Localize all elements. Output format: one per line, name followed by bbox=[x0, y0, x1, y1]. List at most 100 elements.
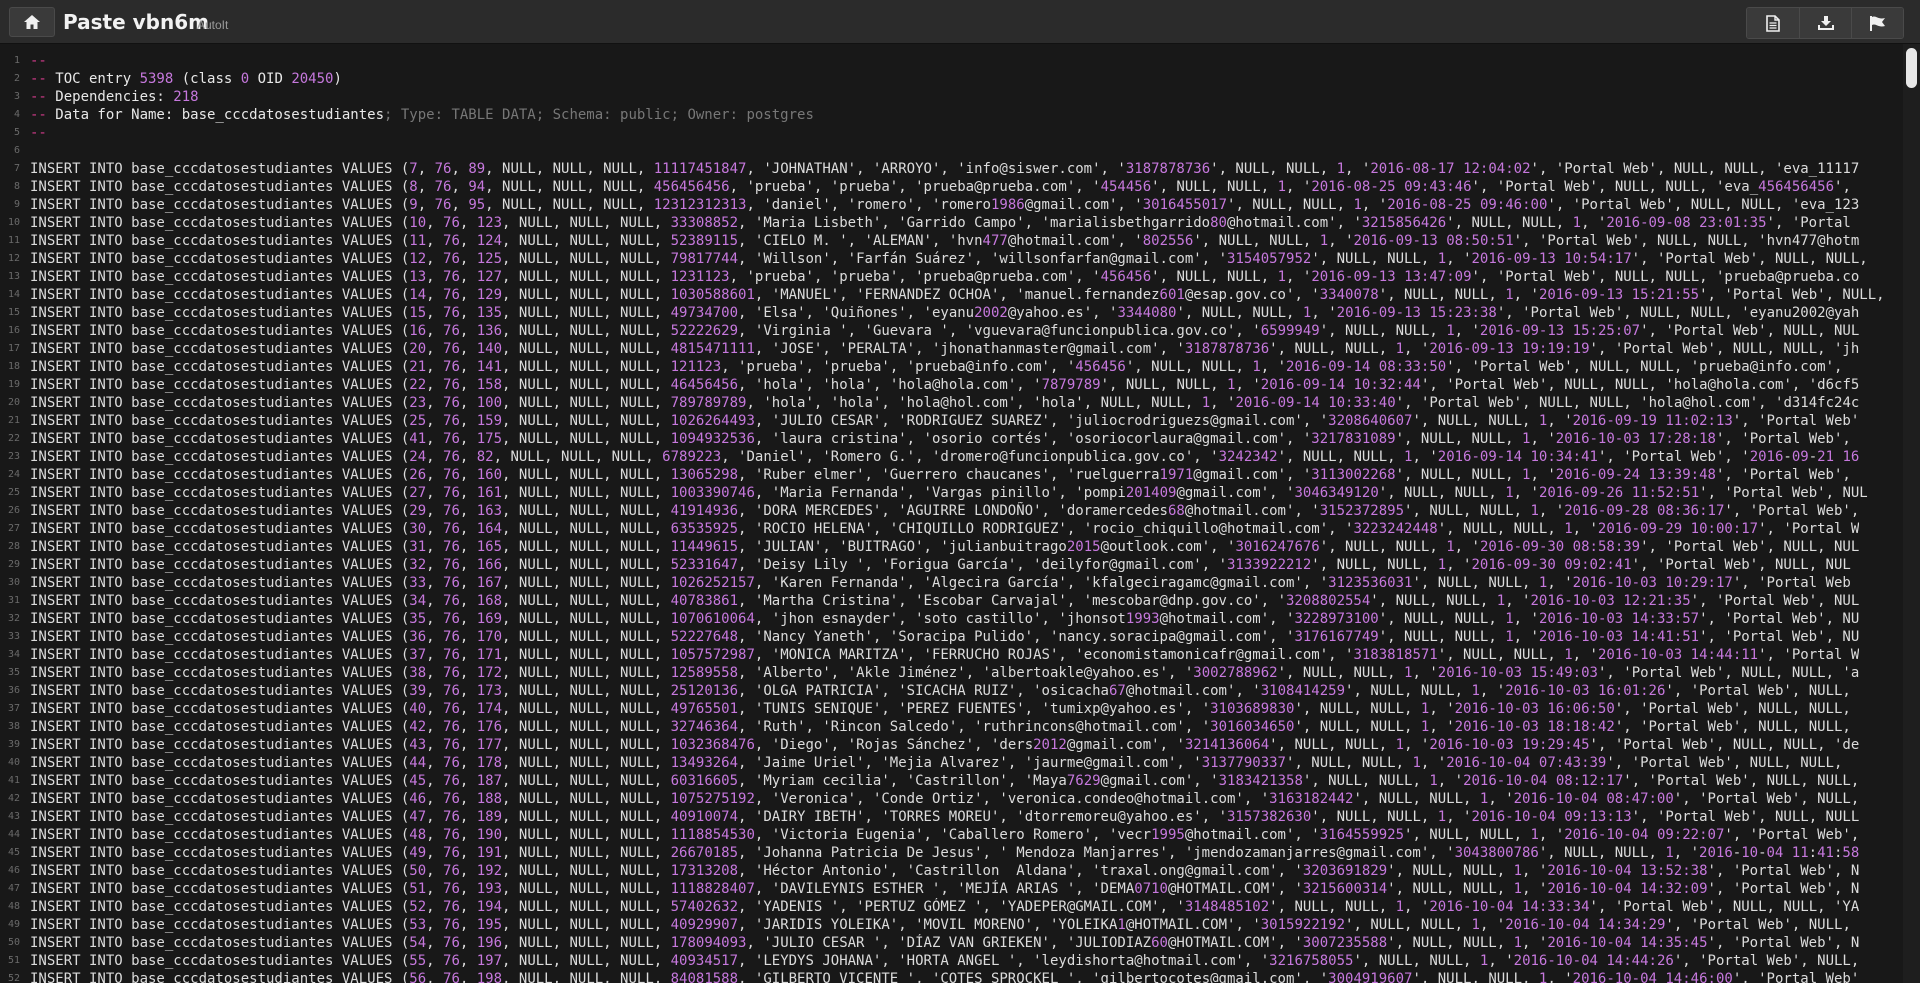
code-line: 19 INSERT INTO base_cccdatosestudiantes V… bbox=[0, 376, 1903, 394]
line-number: 1 bbox=[13, 55, 20, 66]
line-number: 42 bbox=[7, 793, 20, 804]
line-text: INSERT INTO base_cccdatosestudiantes VAL… bbox=[30, 377, 1860, 393]
line-number: 31 bbox=[7, 595, 20, 606]
line-number: 7 bbox=[13, 163, 20, 174]
line-text: INSERT INTO base_cccdatosestudiantes VAL… bbox=[30, 323, 1860, 339]
line-text: INSERT INTO base_cccdatosestudiantes VAL… bbox=[30, 179, 1851, 195]
line-text: INSERT INTO base_cccdatosestudiantes VAL… bbox=[30, 395, 1860, 411]
code-line: 26 INSERT INTO base_cccdatosestudiantes V… bbox=[0, 502, 1903, 520]
line-number: 18 bbox=[7, 361, 20, 372]
line-number: 47 bbox=[7, 883, 20, 894]
line-text: INSERT INTO base_cccdatosestudiantes VAL… bbox=[30, 215, 1851, 231]
raw-button[interactable] bbox=[1747, 8, 1799, 38]
line-text: INSERT INTO base_cccdatosestudiantes VAL… bbox=[30, 611, 1860, 627]
line-text: INSERT INTO base_cccdatosestudiantes VAL… bbox=[30, 665, 1860, 681]
code-line: 25 INSERT INTO base_cccdatosestudiantes V… bbox=[0, 484, 1903, 502]
line-number: 21 bbox=[7, 415, 20, 426]
line-text: -- bbox=[30, 53, 47, 69]
code-line: 2 -- TOC entry 5398 (class 0 OID 20450) bbox=[0, 70, 1903, 88]
line-number: 43 bbox=[7, 811, 20, 822]
code-line: 3 -- Dependencies: 218 bbox=[0, 88, 1903, 106]
scrollbar-thumb[interactable] bbox=[1906, 48, 1917, 88]
code-line: 33 INSERT INTO base_cccdatosestudiantes V… bbox=[0, 628, 1903, 646]
home-button[interactable] bbox=[9, 7, 55, 37]
line-text: INSERT INTO base_cccdatosestudiantes VAL… bbox=[30, 287, 1885, 303]
code-line: 43 INSERT INTO base_cccdatosestudiantes V… bbox=[0, 808, 1903, 826]
code-line: 38 INSERT INTO base_cccdatosestudiantes V… bbox=[0, 718, 1903, 736]
line-text: INSERT INTO base_cccdatosestudiantes VAL… bbox=[30, 197, 1860, 213]
code-line: 7 INSERT INTO base_cccdatosestudiantes VA… bbox=[0, 160, 1903, 178]
code-line: 35 INSERT INTO base_cccdatosestudiantes V… bbox=[0, 664, 1903, 682]
line-text: -- TOC entry 5398 (class 0 OID 20450) bbox=[30, 71, 342, 87]
line-number: 20 bbox=[7, 397, 20, 408]
line-number: 22 bbox=[7, 433, 20, 444]
line-text: INSERT INTO base_cccdatosestudiantes VAL… bbox=[30, 917, 1851, 933]
code-line: 36 INSERT INTO base_cccdatosestudiantes V… bbox=[0, 682, 1903, 700]
syntax-label: AutoIt bbox=[197, 18, 229, 32]
code-line: 37 INSERT INTO base_cccdatosestudiantes V… bbox=[0, 700, 1903, 718]
line-text: INSERT INTO base_cccdatosestudiantes VAL… bbox=[30, 431, 1851, 447]
line-text: INSERT INTO base_cccdatosestudiantes VAL… bbox=[30, 503, 1860, 519]
download-button[interactable] bbox=[1799, 8, 1851, 38]
line-number: 51 bbox=[7, 955, 20, 966]
line-text: INSERT INTO base_cccdatosestudiantes VAL… bbox=[30, 899, 1860, 915]
code-line: 39 INSERT INTO base_cccdatosestudiantes V… bbox=[0, 736, 1903, 754]
line-text: INSERT INTO base_cccdatosestudiantes VAL… bbox=[30, 845, 1860, 861]
line-number: 34 bbox=[7, 649, 20, 660]
code-line: 42 INSERT INTO base_cccdatosestudiantes V… bbox=[0, 790, 1903, 808]
line-text: -- bbox=[30, 125, 47, 141]
line-text: INSERT INTO base_cccdatosestudiantes VAL… bbox=[30, 863, 1860, 879]
line-number: 12 bbox=[7, 253, 20, 264]
line-text: INSERT INTO base_cccdatosestudiantes VAL… bbox=[30, 935, 1860, 951]
line-number: 5 bbox=[13, 127, 20, 138]
line-number: 23 bbox=[7, 451, 20, 462]
line-number: 17 bbox=[7, 343, 20, 354]
line-number: 29 bbox=[7, 559, 20, 570]
line-text: INSERT INTO base_cccdatosestudiantes VAL… bbox=[30, 755, 1843, 771]
paste-title: Paste vbn6m bbox=[63, 10, 209, 34]
download-icon bbox=[1817, 16, 1834, 30]
line-text: INSERT INTO base_cccdatosestudiantes VAL… bbox=[30, 269, 1860, 285]
code-line: 8 INSERT INTO base_cccdatosestudiantes VA… bbox=[0, 178, 1903, 196]
line-text: INSERT INTO base_cccdatosestudiantes VAL… bbox=[30, 881, 1860, 897]
line-text: INSERT INTO base_cccdatosestudiantes VAL… bbox=[30, 737, 1860, 753]
top-bar: Paste vbn6m AutoIt bbox=[0, 0, 1920, 44]
code-line: 6 bbox=[0, 142, 1903, 160]
line-text: INSERT INTO base_cccdatosestudiantes VAL… bbox=[30, 683, 1851, 699]
line-number: 16 bbox=[7, 325, 20, 336]
vertical-scrollbar[interactable] bbox=[1903, 44, 1920, 983]
line-number: 37 bbox=[7, 703, 20, 714]
code-line: 18 INSERT INTO base_cccdatosestudiantes V… bbox=[0, 358, 1903, 376]
code-line: 4 -- Data for Name: base_cccdatosestudian… bbox=[0, 106, 1903, 124]
code-line: 15 INSERT INTO base_cccdatosestudiantes V… bbox=[0, 304, 1903, 322]
code-line: 29 INSERT INTO base_cccdatosestudiantes V… bbox=[0, 556, 1903, 574]
line-text: INSERT INTO base_cccdatosestudiantes VAL… bbox=[30, 575, 1851, 591]
line-text: INSERT INTO base_cccdatosestudiantes VAL… bbox=[30, 449, 1860, 465]
line-number: 44 bbox=[7, 829, 20, 840]
line-text: INSERT INTO base_cccdatosestudiantes VAL… bbox=[30, 701, 1851, 717]
line-number: 38 bbox=[7, 721, 20, 732]
code-view[interactable]: 1 -- 2 -- TOC entry 5398 (class 0 OID 20450… bbox=[0, 52, 1903, 983]
code-line: 14 INSERT INTO base_cccdatosestudiantes V… bbox=[0, 286, 1903, 304]
line-number: 40 bbox=[7, 757, 20, 768]
line-text: INSERT INTO base_cccdatosestudiantes VAL… bbox=[30, 251, 1868, 267]
document-icon bbox=[1766, 14, 1780, 32]
line-number: 6 bbox=[13, 145, 20, 156]
line-number: 28 bbox=[7, 541, 20, 552]
line-text: INSERT INTO base_cccdatosestudiantes VAL… bbox=[30, 791, 1860, 807]
report-button[interactable] bbox=[1851, 8, 1903, 38]
line-text: INSERT INTO base_cccdatosestudiantes VAL… bbox=[30, 593, 1860, 609]
code-line: 41 INSERT INTO base_cccdatosestudiantes V… bbox=[0, 772, 1903, 790]
line-number: 41 bbox=[7, 775, 20, 786]
line-number: 24 bbox=[7, 469, 20, 480]
line-number: 50 bbox=[7, 937, 20, 948]
line-number: 9 bbox=[13, 199, 20, 210]
line-text: INSERT INTO base_cccdatosestudiantes VAL… bbox=[30, 467, 1851, 483]
line-number: 39 bbox=[7, 739, 20, 750]
code-line: 30 INSERT INTO base_cccdatosestudiantes V… bbox=[0, 574, 1903, 592]
line-number: 52 bbox=[7, 973, 20, 983]
code-line: 50 INSERT INTO base_cccdatosestudiantes V… bbox=[0, 934, 1903, 952]
line-text: INSERT INTO base_cccdatosestudiantes VAL… bbox=[30, 809, 1860, 825]
line-number: 10 bbox=[7, 217, 20, 228]
code-line: 10 INSERT INTO base_cccdatosestudiantes V… bbox=[0, 214, 1903, 232]
